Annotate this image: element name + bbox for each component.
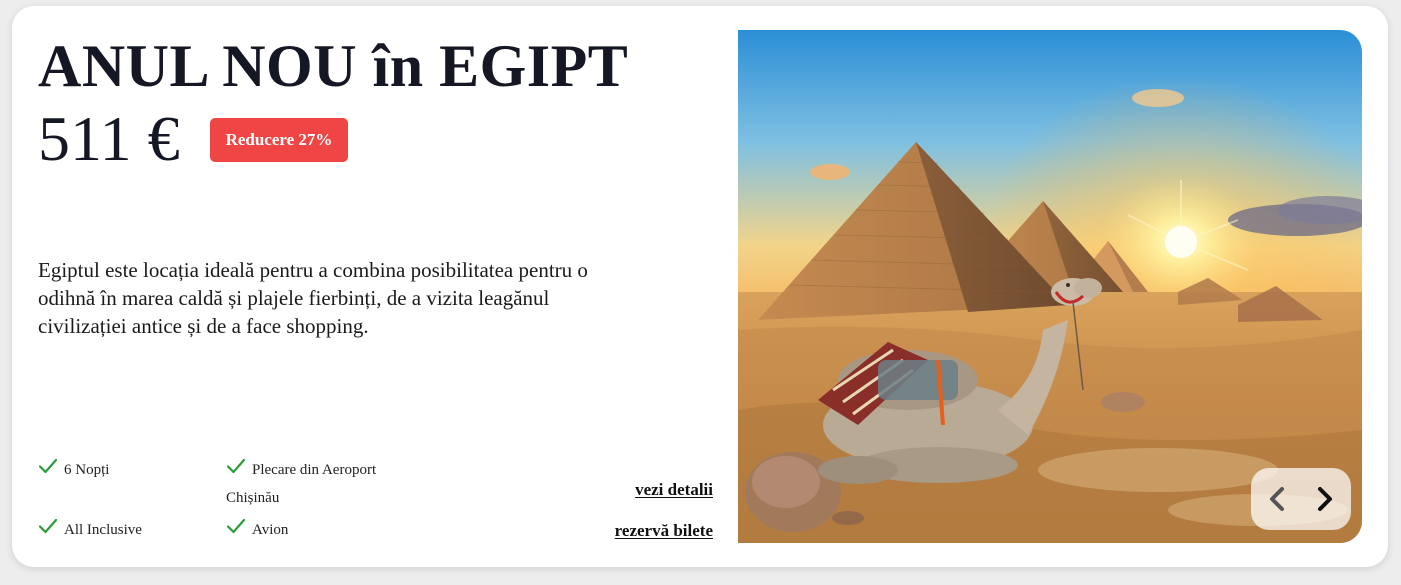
feature-meals-label: All Inclusive	[64, 522, 142, 538]
offer-price: 511 €	[38, 103, 180, 174]
chevron-right-icon[interactable]	[1309, 484, 1339, 514]
feature-departure-label: Plecare din Aeroport	[252, 462, 377, 478]
feature-departure-city: Chișinău	[226, 490, 280, 506]
chevron-left-icon[interactable]	[1263, 484, 1293, 514]
discount-badge: Reducere 27%	[210, 118, 348, 162]
book-tickets-link[interactable]: rezervă bilete	[615, 521, 713, 541]
check-icon	[38, 458, 58, 474]
feature-nights: 6 Nopți	[38, 458, 188, 482]
offer-card: ANUL NOU în EGIPT 511 € Reducere 27% Egi…	[12, 6, 1388, 567]
check-icon	[226, 458, 246, 474]
check-icon	[226, 518, 246, 534]
pyramids-camel-illustration	[738, 30, 1362, 543]
check-icon	[38, 518, 58, 534]
pyramids-camel-photo	[738, 30, 1362, 543]
offer-description: Egiptul este locația ideală pentru a com…	[38, 258, 588, 338]
feature-nights-label: 6 Nopți	[64, 462, 110, 478]
view-details-link[interactable]: vezi detalii	[635, 480, 713, 500]
feature-meals: All Inclusive	[38, 518, 188, 542]
offer-title: ANUL NOU în EGIPT	[38, 33, 629, 99]
feature-transport-label: Avion	[252, 522, 289, 538]
carousel-controls	[1251, 468, 1351, 530]
feature-transport: Avion	[226, 518, 376, 542]
feature-departure: Plecare din Aeroport	[226, 458, 426, 482]
